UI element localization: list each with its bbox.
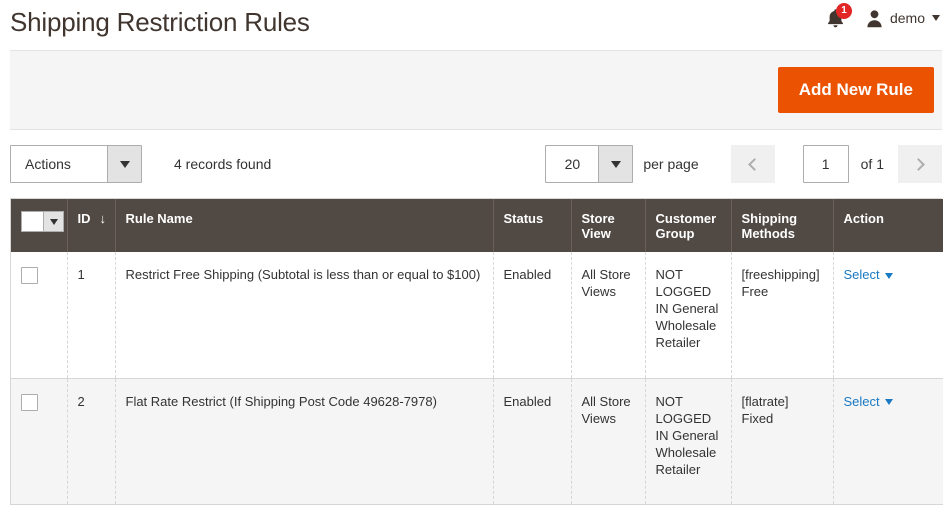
cell-id: 1 — [67, 252, 116, 379]
per-page-label: per page — [643, 156, 699, 172]
rules-table: ID ↓ Rule Name Status Store View Custome… — [11, 199, 943, 505]
cell-store-view: All Store Views — [571, 252, 646, 379]
column-header-checkbox — [11, 199, 68, 252]
add-new-rule-button[interactable]: Add New Rule — [777, 67, 934, 113]
user-menu[interactable]: demo — [865, 9, 942, 28]
pager: 20 per page of 1 — [545, 142, 942, 186]
notification-count-badge: 1 — [835, 3, 852, 19]
row-checkbox[interactable] — [21, 267, 38, 284]
cell-shipping-methods: [freeshipping] Free — [731, 252, 834, 379]
table-row[interactable]: 2 Flat Rate Restrict (If Shipping Post C… — [11, 378, 943, 505]
table-body: 1 Restrict Free Shipping (Subtotal is le… — [11, 252, 943, 505]
sort-descending-icon: ↓ — [99, 211, 107, 226]
cell-action: Select — [833, 378, 943, 505]
column-header-customer-group[interactable]: Customer Group — [645, 199, 732, 252]
row-action-select-label: Select — [843, 393, 880, 409]
records-found-label: 4 records found — [174, 156, 272, 172]
page-header: Shipping Restriction Rules 1 demo — [0, 0, 950, 44]
column-header-id[interactable]: ID ↓ — [67, 199, 116, 252]
table-header-row: ID ↓ Rule Name Status Store View Custome… — [11, 199, 943, 252]
cell-store-view: All Store Views — [571, 378, 646, 505]
next-page-button[interactable] — [898, 145, 942, 183]
table-row[interactable]: 1 Restrict Free Shipping (Subtotal is le… — [11, 252, 943, 379]
row-action-select[interactable]: Select — [844, 267, 893, 282]
chevron-left-icon — [747, 157, 761, 171]
header-right-tools: 1 demo — [823, 3, 942, 32]
user-avatar-icon — [865, 9, 884, 28]
chevron-down-icon — [598, 146, 633, 182]
row-checkbox[interactable] — [21, 393, 38, 411]
per-page-select[interactable]: 20 — [545, 145, 634, 183]
column-header-action: Action — [833, 199, 943, 252]
chevron-down-icon[interactable] — [43, 212, 63, 231]
table-head: ID ↓ Rule Name Status Store View Custome… — [11, 199, 943, 252]
total-pages-label: of 1 — [860, 156, 884, 172]
column-header-store-view[interactable]: Store View — [571, 199, 646, 252]
per-page-value: 20 — [564, 156, 581, 172]
grid-toolbar: Actions 4 records found 20 per page of 1 — [10, 142, 942, 186]
notifications-button[interactable]: 1 — [823, 3, 852, 32]
column-header-shipping-methods[interactable]: Shipping Methods — [731, 199, 834, 252]
select-all-checkbox[interactable] — [22, 212, 43, 231]
mass-actions-select[interactable]: Actions — [10, 145, 142, 183]
data-grid-container: ID ↓ Rule Name Status Store View Custome… — [10, 198, 943, 505]
cell-action: Select — [833, 252, 943, 379]
row-action-select-label: Select — [843, 267, 880, 282]
row-action-select[interactable]: Select — [844, 394, 893, 409]
column-header-rule-name[interactable]: Rule Name — [115, 199, 494, 252]
page-actions-panel: Add New Rule — [10, 50, 942, 130]
admin-page: Shipping Restriction Rules 1 demo Add Ne… — [0, 0, 950, 521]
column-header-id-label: ID — [77, 211, 91, 226]
cell-shipping-methods: [flatrate] Fixed — [731, 378, 834, 505]
page-title: Shipping Restriction Rules — [10, 7, 310, 37]
previous-page-button[interactable] — [730, 145, 775, 183]
row-checkbox-cell — [11, 378, 68, 505]
cell-customer-group: NOT LOGGED IN General Wholesale Retailer — [645, 378, 732, 505]
mass-actions-label: Actions — [25, 156, 71, 172]
chevron-down-icon — [932, 15, 940, 21]
chevron-down-icon — [884, 399, 893, 406]
chevron-down-icon — [107, 146, 141, 182]
cell-rule-name: Restrict Free Shipping (Subtotal is less… — [115, 252, 494, 379]
page-number-input[interactable] — [802, 145, 849, 183]
cell-status: Enabled — [493, 252, 572, 379]
cell-status: Enabled — [493, 378, 572, 505]
column-header-status[interactable]: Status — [493, 199, 572, 252]
select-all-checkbox-dropdown[interactable] — [21, 211, 64, 232]
row-checkbox-cell — [11, 252, 68, 379]
cell-id: 2 — [67, 378, 116, 505]
cell-customer-group: NOT LOGGED IN General Wholesale Retailer — [645, 252, 732, 379]
chevron-down-icon — [884, 272, 893, 279]
user-name-label: demo — [889, 10, 925, 26]
chevron-right-icon — [912, 157, 925, 171]
cell-rule-name: Flat Rate Restrict (If Shipping Post Cod… — [115, 378, 494, 505]
